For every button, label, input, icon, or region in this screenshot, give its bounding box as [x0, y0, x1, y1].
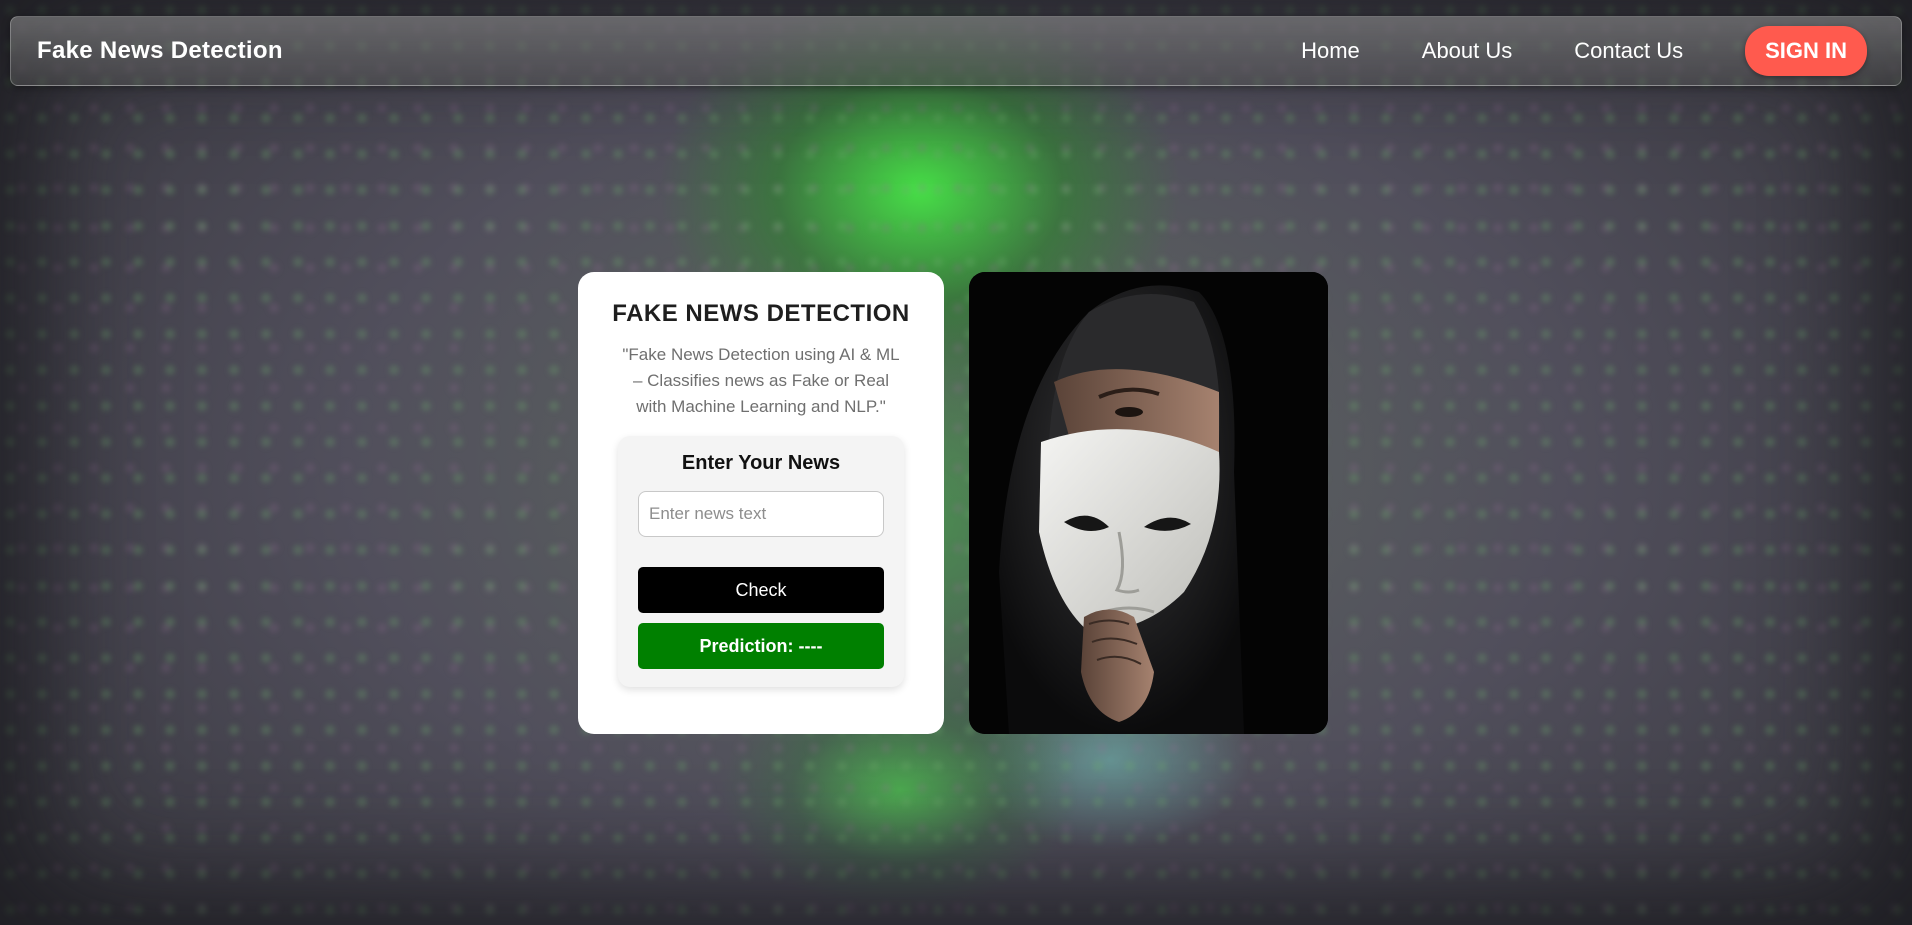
- masked-man-illustration: [969, 272, 1328, 734]
- background-image: [0, 0, 1912, 925]
- nav-link-about-us[interactable]: About Us: [1422, 38, 1513, 64]
- news-text-input[interactable]: [638, 491, 884, 537]
- news-form: Enter Your News Check Prediction: ----: [618, 436, 904, 687]
- detection-card: FAKE NEWS DETECTION "Fake News Detection…: [578, 272, 944, 734]
- background-vignette: [0, 0, 1912, 925]
- brand-title[interactable]: Fake News Detection: [37, 37, 283, 65]
- card-description: "Fake News Detection using AI & ML – Cla…: [622, 345, 900, 416]
- form-title: Enter Your News: [681, 452, 841, 474]
- check-button[interactable]: Check: [638, 567, 884, 613]
- nav-links: Home About Us Contact Us SIGN IN: [1301, 26, 1875, 76]
- card-title: FAKE NEWS DETECTION: [612, 300, 910, 327]
- prediction-result: Prediction: ----: [638, 623, 884, 669]
- masked-hooded-man-image: [969, 272, 1328, 734]
- nav-link-home[interactable]: Home: [1301, 38, 1360, 64]
- sign-in-button[interactable]: SIGN IN: [1745, 26, 1867, 76]
- nav-link-contact-us[interactable]: Contact Us: [1574, 38, 1683, 64]
- navbar: Fake News Detection Home About Us Contac…: [10, 16, 1902, 86]
